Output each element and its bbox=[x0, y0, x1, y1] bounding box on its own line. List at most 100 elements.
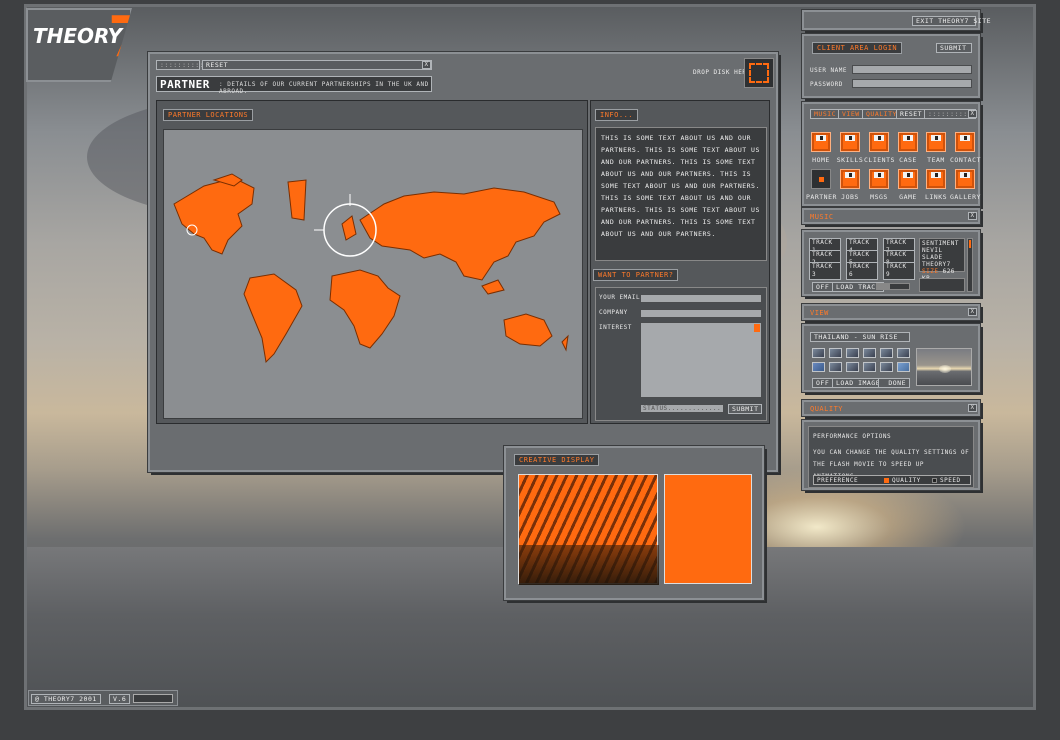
skills-icon[interactable] bbox=[840, 132, 860, 152]
image-preview[interactable] bbox=[916, 348, 972, 386]
speed-radio[interactable] bbox=[932, 478, 937, 483]
track-progress[interactable] bbox=[876, 283, 910, 290]
gallery-icon[interactable] bbox=[955, 169, 975, 189]
footer-field bbox=[133, 694, 173, 703]
reset-button[interactable]: RESET bbox=[202, 60, 432, 70]
login-panel: CLIENT AREA LOGIN SUBMIT USER NAME PASSW… bbox=[802, 34, 980, 98]
quality-close-button[interactable]: X bbox=[968, 404, 977, 412]
music-close-button[interactable]: X bbox=[968, 212, 977, 220]
north-america bbox=[173, 177, 255, 255]
track-3[interactable]: TRACK 3 bbox=[809, 262, 841, 280]
nav-links[interactable]: LINKS bbox=[921, 193, 951, 201]
nav-jobs[interactable]: JOBS bbox=[835, 193, 865, 201]
links-icon[interactable] bbox=[926, 169, 946, 189]
company-field[interactable] bbox=[640, 309, 762, 318]
quality-panel: PERFORMANCE OPTIONS YOU CAN CHANGE THE Q… bbox=[802, 420, 980, 490]
status-field: STATUS............. bbox=[640, 404, 724, 413]
world-map[interactable] bbox=[163, 129, 583, 419]
password-field[interactable] bbox=[852, 79, 972, 88]
view-header: VIEW X bbox=[802, 304, 980, 320]
thumb-10[interactable] bbox=[863, 362, 876, 372]
msgs-icon[interactable] bbox=[869, 169, 889, 189]
nav-case[interactable]: CASE bbox=[893, 156, 923, 164]
thumb-2[interactable] bbox=[829, 348, 842, 358]
uk bbox=[341, 215, 357, 241]
australia bbox=[503, 313, 553, 347]
nav-partner[interactable]: PARTNER bbox=[806, 193, 836, 201]
nav-team[interactable]: TEAM bbox=[921, 156, 951, 164]
thumb-12[interactable] bbox=[897, 362, 910, 372]
done-button[interactable]: DONE bbox=[878, 378, 910, 388]
quality-header: QUALITY X bbox=[802, 400, 980, 416]
nav-contact[interactable]: CONTACT bbox=[950, 156, 980, 164]
music-panel: TRACK 1 TRACK 4 TRACK 7 TRACK 2 TRACK 5 … bbox=[802, 230, 980, 296]
thumb-8[interactable] bbox=[829, 362, 842, 372]
username-label: USER NAME bbox=[810, 67, 848, 74]
greenland bbox=[287, 179, 307, 221]
size-label: SIZE bbox=[922, 268, 939, 275]
submit-button[interactable]: SUBMIT bbox=[728, 404, 762, 414]
track-6[interactable]: TRACK 6 bbox=[846, 262, 878, 280]
nav-clients[interactable]: CLIENTS bbox=[864, 156, 894, 164]
speed-option[interactable]: SPEED bbox=[940, 477, 961, 484]
now-playing: SENTIMENT NEVIL SLADE THEORY7 SIZE 626 K… bbox=[919, 238, 965, 282]
view-panel: THAILAND - SUN RISE OFF LOAD IMAGE DONE bbox=[802, 324, 980, 392]
creative-panel[interactable] bbox=[664, 474, 752, 584]
interest-field[interactable] bbox=[640, 322, 762, 398]
nav-close-button[interactable]: X bbox=[968, 110, 977, 118]
jobs-icon[interactable] bbox=[840, 169, 860, 189]
tab-view[interactable]: VIEW bbox=[838, 109, 864, 119]
tab-reset[interactable]: RESET bbox=[896, 109, 927, 119]
nav-game[interactable]: GAME bbox=[893, 193, 923, 201]
music-display bbox=[919, 278, 965, 292]
music-label: MUSIC bbox=[810, 213, 834, 221]
thumb-6[interactable] bbox=[897, 348, 910, 358]
clients-icon[interactable] bbox=[869, 132, 889, 152]
window-grip[interactable]: :::::::::: bbox=[156, 60, 204, 70]
volume-slider[interactable] bbox=[967, 238, 973, 292]
username-field[interactable] bbox=[852, 65, 972, 74]
info-label: INFO... bbox=[595, 109, 639, 121]
track-9[interactable]: TRACK 9 bbox=[883, 262, 915, 280]
contact-icon[interactable] bbox=[955, 132, 975, 152]
thumb-4[interactable] bbox=[863, 348, 876, 358]
team-icon[interactable] bbox=[926, 132, 946, 152]
map-label: PARTNER LOCATIONS bbox=[163, 109, 254, 121]
creative-label: CREATIVE DISPLAY bbox=[514, 454, 600, 466]
thumb-11[interactable] bbox=[880, 362, 893, 372]
view-off-button[interactable]: OFF bbox=[812, 378, 834, 388]
thumb-5[interactable] bbox=[880, 348, 893, 358]
nav-skills[interactable]: SKILLS bbox=[835, 156, 865, 164]
scrollbar[interactable] bbox=[754, 324, 760, 332]
creative-display-window: CREATIVE DISPLAY bbox=[504, 446, 764, 600]
page-subtitle: : DETAILS OF OUR CURRENT PARTNERSHIPS IN… bbox=[219, 81, 429, 95]
nav-gallery[interactable]: GALLERY bbox=[950, 193, 980, 201]
creative-image[interactable] bbox=[518, 474, 659, 585]
quality-radio[interactable] bbox=[884, 478, 889, 483]
quality-label: QUALITY bbox=[810, 405, 844, 413]
tab-music[interactable]: MUSIC bbox=[810, 109, 841, 119]
interest-label: INTEREST bbox=[599, 324, 632, 331]
email-field[interactable] bbox=[640, 294, 762, 303]
eurasia bbox=[359, 187, 561, 281]
music-off-button[interactable]: OFF bbox=[812, 282, 834, 292]
map-pane: PARTNER LOCATIONS bbox=[156, 100, 588, 424]
nav-msgs[interactable]: MSGS bbox=[864, 193, 894, 201]
login-submit-button[interactable]: SUBMIT bbox=[936, 43, 972, 53]
drop-disk-target[interactable] bbox=[744, 58, 774, 88]
quality-option[interactable]: QUALITY bbox=[892, 477, 921, 484]
thumb-9[interactable] bbox=[846, 362, 859, 372]
load-image-button[interactable]: LOAD IMAGE bbox=[832, 378, 885, 388]
home-icon[interactable] bbox=[811, 132, 831, 152]
close-button[interactable]: X bbox=[422, 61, 431, 69]
partner-icon[interactable] bbox=[811, 169, 831, 189]
thumb-1[interactable] bbox=[812, 348, 825, 358]
footer-bar: @ THEORY7 2001 V.6 bbox=[28, 690, 178, 706]
nav-home[interactable]: HOME bbox=[806, 156, 836, 164]
exit-site-button[interactable]: EXIT THEORY7 SITE bbox=[912, 16, 991, 26]
view-close-button[interactable]: X bbox=[968, 308, 977, 316]
thumb-7[interactable] bbox=[812, 362, 825, 372]
thumb-3[interactable] bbox=[846, 348, 859, 358]
game-icon[interactable] bbox=[898, 169, 918, 189]
case-icon[interactable] bbox=[898, 132, 918, 152]
